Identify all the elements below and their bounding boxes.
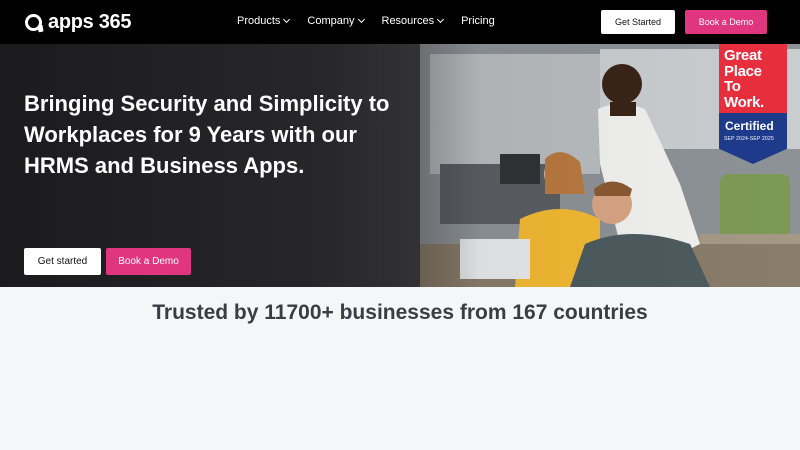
badge-certified: Certified xyxy=(725,119,774,133)
menu-pricing[interactable]: Pricing xyxy=(461,15,495,27)
nav-book-demo-button[interactable]: Book a Demo xyxy=(685,10,767,34)
badge-line4: Work. xyxy=(724,93,764,111)
menu-resources[interactable]: Resources xyxy=(381,15,445,27)
great-place-to-work-badge[interactable]: Great Place To Work. Certified SEP 2024-… xyxy=(719,44,787,164)
menu-company[interactable]: Company xyxy=(307,15,365,27)
top-navbar: apps 365 Products Company Resources Pric… xyxy=(0,0,800,44)
brand-logo[interactable]: apps 365 xyxy=(25,10,132,33)
badge-dates: SEP 2024-SEP 2025 xyxy=(724,136,774,142)
chevron-down-icon xyxy=(437,15,445,24)
badge-line1: Great xyxy=(724,47,762,64)
logo-icon xyxy=(25,13,42,31)
menu-products-label: Products xyxy=(237,15,281,27)
badge-top: Great Place To Work. xyxy=(719,44,787,113)
badge-line3: To xyxy=(724,78,741,95)
nav-get-started-button[interactable]: Get Started xyxy=(601,10,675,34)
menu-company-label: Company xyxy=(307,15,355,27)
trust-title: Trusted by 11700+ businesses from 167 co… xyxy=(152,301,648,324)
badge-bottom: Certified SEP 2024-SEP 2025 xyxy=(719,113,787,164)
trust-section: Trusted by 11700+ businesses from 167 co… xyxy=(0,287,800,450)
menu-resources-label: Resources xyxy=(381,15,435,27)
chevron-down-icon xyxy=(357,15,365,24)
hero-get-started-button[interactable]: Get started xyxy=(24,248,101,275)
hero-book-demo-button[interactable]: Book a Demo xyxy=(106,248,191,275)
menu-pricing-label: Pricing xyxy=(461,15,495,27)
logo-text: apps 365 xyxy=(48,10,132,33)
main-menu: Products Company Resources Pricing xyxy=(237,15,495,27)
hero-title: Bringing Security and Simplicity to Work… xyxy=(24,91,390,178)
menu-products[interactable]: Products xyxy=(237,15,291,27)
badge-line2: Place xyxy=(724,62,762,80)
chevron-down-icon xyxy=(283,15,291,24)
hero-section: Bringing Security and Simplicity to Work… xyxy=(0,44,800,287)
